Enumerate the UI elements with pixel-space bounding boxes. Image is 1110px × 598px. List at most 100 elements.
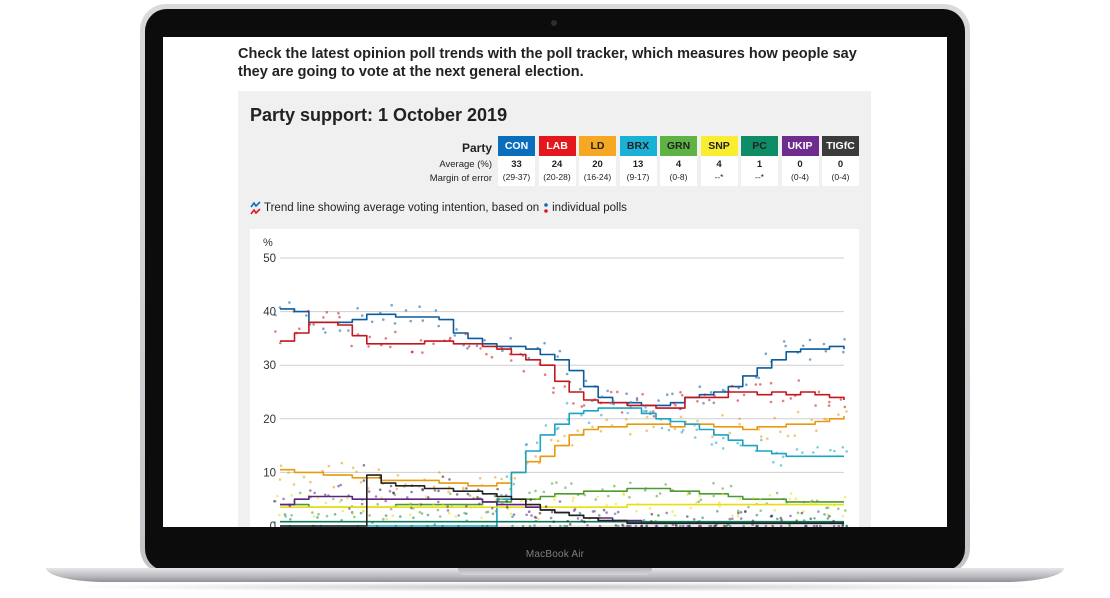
poll-point-pc: [316, 516, 319, 519]
poll-point-lab: [337, 311, 340, 315]
poll-point-tigfc: [466, 492, 470, 496]
poll-point-tigfc: [780, 518, 783, 522]
poll-point-grn: [509, 487, 512, 491]
poll-point-ld: [447, 490, 450, 494]
poll-point-grn: [368, 514, 371, 517]
poll-point-snp: [520, 499, 523, 503]
poll-point-pc: [826, 517, 830, 520]
poll-point-lab: [708, 398, 711, 402]
poll-point-ld: [461, 486, 465, 490]
poll-point-snp: [686, 493, 689, 497]
poll-point-ld: [837, 413, 840, 416]
poll-point-ld: [696, 419, 699, 423]
poll-point-ukip: [406, 496, 409, 499]
poll-point-con: [274, 313, 277, 317]
poll-point-brx: [841, 446, 845, 449]
poll-point-lab: [641, 392, 644, 396]
poll-point-grn: [555, 481, 558, 484]
chart-area: % 0 10 20 30 40 50: [250, 229, 859, 527]
poll-point-ukip: [446, 505, 449, 508]
poll-point-ukip: [634, 524, 638, 527]
poll-point-grn: [534, 489, 537, 493]
poll-point-pc: [755, 513, 759, 517]
poll-point-con: [418, 305, 421, 308]
poll-point-con: [288, 301, 291, 304]
poll-point-lab: [680, 394, 684, 397]
poll-point-lab: [464, 332, 467, 336]
poll-point-lab: [754, 383, 758, 386]
poll-point-pc: [375, 524, 379, 527]
poll-point-ukip: [339, 483, 342, 487]
poll-point-snp: [635, 510, 638, 513]
poll-point-snp: [454, 515, 458, 518]
poll-point-brx: [644, 406, 647, 409]
poll-point-brx: [760, 438, 763, 442]
poll-point-pc: [597, 514, 601, 517]
poll-point-con: [824, 349, 828, 353]
poll-point-grn: [496, 497, 500, 500]
poll-point-con: [712, 401, 716, 405]
poll-point-ukip: [739, 517, 743, 520]
poll-point-con: [565, 372, 569, 376]
poll-point-brx: [525, 443, 529, 446]
poll-point-con: [338, 329, 342, 332]
poll-point-tigfc: [650, 520, 653, 523]
poll-point-pc: [384, 514, 388, 517]
poll-point-snp: [789, 492, 793, 495]
poll-point-tigfc: [455, 493, 459, 496]
party-badge: LAB: [538, 136, 576, 156]
poll-point-brx: [565, 401, 569, 405]
poll-point-ukip: [384, 499, 387, 503]
poll-point-pc: [457, 524, 460, 527]
poll-point-con: [475, 344, 479, 348]
poll-point-lab: [652, 415, 656, 418]
poll-point-lab: [411, 350, 414, 354]
poll-point-pc: [511, 515, 514, 518]
poll-point-tigfc: [771, 524, 774, 527]
poll-point-lab: [679, 391, 682, 394]
poll-point-ukip: [692, 518, 696, 521]
poll-point-con: [370, 320, 374, 324]
poll-point-ukip: [433, 489, 437, 492]
poll-point-grn: [494, 509, 498, 513]
poll-point-snp: [809, 501, 813, 504]
poll-point-brx: [660, 426, 664, 430]
poll-point-lab: [620, 411, 624, 414]
poll-point-lab: [616, 390, 619, 394]
poll-point-lab: [839, 398, 843, 401]
poll-point-snp: [695, 501, 698, 504]
poll-point-brx: [829, 448, 832, 452]
party-average: 24: [551, 159, 563, 170]
party-badge: GRN: [660, 136, 697, 156]
poll-point-snp: [312, 515, 316, 518]
poll-point-pc: [613, 512, 617, 516]
poll-point-brx: [816, 446, 819, 449]
poll-point-ld: [432, 485, 436, 489]
poll-point-ld: [679, 415, 683, 419]
poll-point-grn: [629, 481, 632, 485]
poll-point-con: [657, 399, 660, 402]
poll-point-lab: [509, 359, 513, 362]
party-column-grn: GRN 4 (0-8): [660, 136, 697, 186]
poll-point-tigfc: [686, 515, 689, 518]
poll-point-grn: [382, 517, 385, 521]
party-column-lab: LAB 24 (20-28): [538, 136, 576, 186]
poll-point-pc: [823, 513, 826, 516]
party-margin: (0-4): [791, 172, 809, 182]
poll-point-ld: [549, 438, 553, 442]
poll-point-ukip: [598, 524, 602, 527]
poll-point-tigfc: [427, 496, 430, 499]
poll-point-lab: [552, 386, 555, 390]
poll-point-ukip: [605, 511, 608, 514]
poll-point-pc: [716, 510, 719, 513]
party-margin: (20-28): [543, 172, 571, 182]
party-average: 4: [716, 159, 722, 170]
party-average: 4: [675, 159, 682, 170]
poll-point-snp: [290, 494, 293, 497]
poll-point-lab: [563, 385, 567, 388]
poll-point-lab: [467, 345, 471, 348]
poll-point-tigfc: [566, 519, 569, 523]
poll-point-ld: [396, 474, 400, 477]
poll-point-tigfc: [800, 511, 804, 515]
poll-point-snp: [391, 514, 394, 517]
